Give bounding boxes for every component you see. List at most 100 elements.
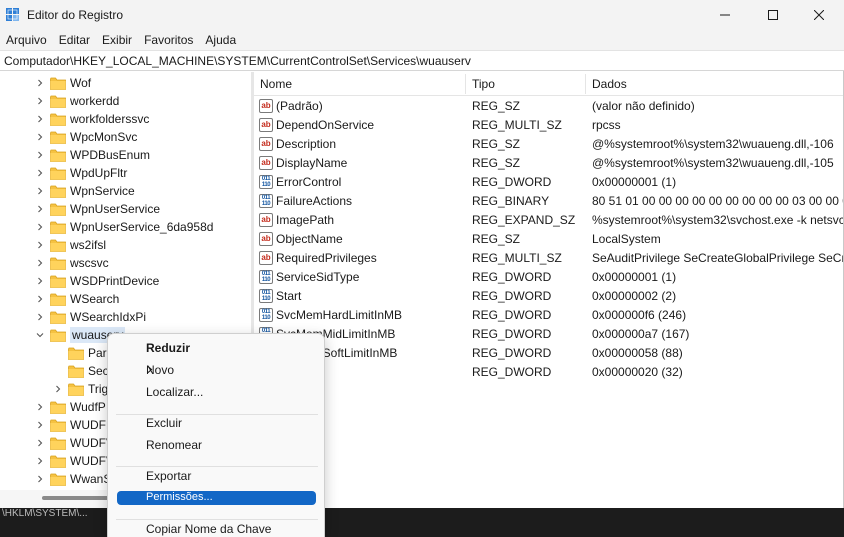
value-row[interactable]: 011110SvcMemMidLimitInMBREG_DWORD0x00000… (254, 325, 843, 344)
values-list-pane[interactable]: Nome Tipo Dados ab (Padrão) REG_SZ (valor n… (254, 72, 843, 508)
chevron-right-icon[interactable] (35, 200, 45, 218)
value-row[interactable]: ab Description REG_SZ @%systemroot%\system3… (254, 135, 843, 154)
value-data: SeAuditPrivilege SeCreateGlobalPrivilege… (592, 251, 843, 265)
column-divider[interactable] (585, 74, 586, 94)
context-menu-item[interactable]: Copiar Nome da Chave (117, 519, 316, 537)
tree-item[interactable]: WudfP (35, 398, 106, 416)
tree-item[interactable]: WpcMonSvc (35, 128, 137, 146)
value-row[interactable]: ab (Padrão) REG_SZ (valor não definido) (254, 97, 843, 116)
menu-exibir[interactable]: Exibir (96, 30, 138, 50)
context-menu-item[interactable]: Excluir (117, 413, 316, 433)
chevron-right-icon[interactable] (35, 398, 45, 416)
tree-item[interactable]: Wof (35, 74, 91, 92)
tree-item[interactable]: WPDBusEnum (35, 146, 150, 164)
value-data: %systemroot%\system32\svchost.exe -k net… (592, 213, 843, 227)
value-row[interactable]: 011110SvcMemSoftLimitInMBREG_DWORD0x0000… (254, 344, 843, 363)
column-header-data[interactable]: Dados (592, 77, 627, 91)
context-menu-item-label: Renomear (146, 438, 203, 452)
value-row[interactable]: ab RequiredPrivileges REG_MULTI_SZ SeAuditP… (254, 249, 843, 268)
value-row[interactable]: 011110REG_DWORD0x00000020 (32) (254, 363, 843, 382)
tree-item[interactable]: WpdUpFltr (35, 164, 127, 182)
tree-item[interactable]: wscsvc (35, 254, 109, 272)
column-divider[interactable] (465, 74, 466, 94)
context-menu-item[interactable]: Renomear (117, 435, 316, 455)
chevron-right-icon[interactable] (53, 380, 63, 398)
folder-icon (50, 239, 66, 252)
menu-editar[interactable]: Editar (53, 30, 96, 50)
tree-item[interactable]: WSDPrintDevice (35, 272, 159, 290)
tree-item[interactable]: Trigg (53, 380, 115, 398)
chevron-right-icon[interactable] (35, 182, 45, 200)
tree-item[interactable]: workfolderssvc (35, 110, 149, 128)
context-menu-item[interactable]: Reduzir (117, 338, 316, 358)
chevron-right-icon[interactable] (35, 236, 45, 254)
folder-icon (50, 311, 66, 324)
chevron-right-icon[interactable] (35, 254, 45, 272)
value-row[interactable]: 011 110 ServiceSidType REG_DWORD 0x00000001 … (254, 268, 843, 287)
tree-item[interactable]: WUDFV (35, 434, 114, 452)
value-data: 0x00000001 (1) (592, 270, 677, 284)
chevron-down-icon[interactable] (35, 326, 45, 344)
value-data: 0x00000002 (2) (592, 289, 677, 303)
context-menu-item[interactable]: Exportar (117, 466, 316, 486)
tree-item[interactable]: WpnService (35, 182, 135, 200)
column-header-name[interactable]: Nome (260, 77, 292, 91)
value-row[interactable]: 011 110 ErrorControl REG_DWORD 0x00000001 (1… (254, 173, 843, 192)
tree-item[interactable]: Secu (53, 362, 115, 380)
title-bar[interactable]: Editor do Registro (0, 0, 844, 30)
tree-item[interactable]: WpnUserService_6da958d (35, 218, 213, 236)
list-header: Nome Tipo Dados (254, 72, 843, 96)
folder-icon (50, 167, 66, 180)
column-header-type[interactable]: Tipo (472, 77, 495, 91)
binary-value-icon: 011110 (259, 194, 273, 208)
tree-item[interactable]: WSearchIdxPi (35, 308, 146, 326)
tree-item[interactable]: WwanS (35, 470, 111, 488)
value-data: (valor não definido) (592, 99, 695, 113)
tree-item[interactable]: ws2ifsl (35, 236, 106, 254)
chevron-right-icon[interactable] (35, 164, 45, 182)
address-bar[interactable]: Computador\HKEY_LOCAL_MACHINE\SYSTEM\Cur… (0, 50, 844, 71)
tree-item[interactable]: WUDFV (35, 452, 114, 470)
value-row[interactable]: 011 110 SvcMemHardLimitInMB REG_DWORD 0x0000… (254, 306, 843, 325)
chevron-right-icon[interactable] (35, 110, 45, 128)
window-title: Editor do Registro (27, 8, 124, 22)
context-menu-item[interactable]: Novo (117, 360, 316, 380)
maximize-button[interactable] (750, 0, 796, 30)
tree-item[interactable]: WSearch (35, 290, 119, 308)
chevron-right-icon[interactable] (35, 452, 45, 470)
value-row[interactable]: ab DependOnService REG_MULTI_SZ rpcss (254, 116, 843, 135)
chevron-right-icon[interactable] (35, 146, 45, 164)
chevron-right-icon[interactable] (35, 470, 45, 488)
value-row[interactable]: ab DisplayName REG_SZ @%systemroot%\system3… (254, 154, 843, 173)
value-row[interactable]: 011 110 Start REG_DWORD 0x00000002 (2) (254, 287, 843, 306)
value-row[interactable]: ab ImagePath REG_EXPAND_SZ %systemroot%\sys… (254, 211, 843, 230)
chevron-right-icon[interactable] (35, 272, 45, 290)
value-row[interactable]: 011 110 FailureActions REG_BINARY 80 51 01 0… (254, 192, 843, 211)
context-menu-item[interactable]: Localizar... (117, 382, 316, 402)
tree-item[interactable]: WUDFF (35, 416, 113, 434)
chevron-right-icon[interactable] (35, 416, 45, 434)
menu-arquivo[interactable]: Arquivo (0, 30, 53, 50)
folder-icon (50, 257, 66, 270)
chevron-right-icon[interactable] (35, 218, 45, 236)
value-data: @%systemroot%\system32\wuaueng.dll,-105 (592, 156, 834, 170)
chevron-right-icon[interactable] (35, 92, 45, 110)
tree-item[interactable]: WpnUserService (35, 200, 160, 218)
value-row[interactable]: ab ObjectName REG_SZ LocalSystem (254, 230, 843, 249)
chevron-right-icon[interactable] (35, 308, 45, 326)
chevron-right-icon[interactable] (35, 434, 45, 452)
chevron-right-icon[interactable] (35, 290, 45, 308)
minimize-button[interactable] (702, 0, 748, 30)
menu-favoritos[interactable]: Favoritos (138, 30, 199, 50)
context-menu-item[interactable]: Permissões... (117, 491, 316, 505)
chevron-right-icon[interactable] (35, 74, 45, 92)
tree-item[interactable]: Para (53, 344, 113, 362)
tree-item[interactable]: workerdd (35, 92, 119, 110)
tree-item-label: workerdd (70, 94, 120, 108)
registry-app-icon (6, 8, 19, 21)
menu-ajuda[interactable]: Ajuda (199, 30, 242, 50)
close-button[interactable] (796, 0, 842, 30)
address-path[interactable]: Computador\HKEY_LOCAL_MACHINE\SYSTEM\Cur… (4, 54, 471, 68)
chevron-right-icon[interactable] (35, 128, 45, 146)
value-name: FailureActions (276, 194, 353, 208)
